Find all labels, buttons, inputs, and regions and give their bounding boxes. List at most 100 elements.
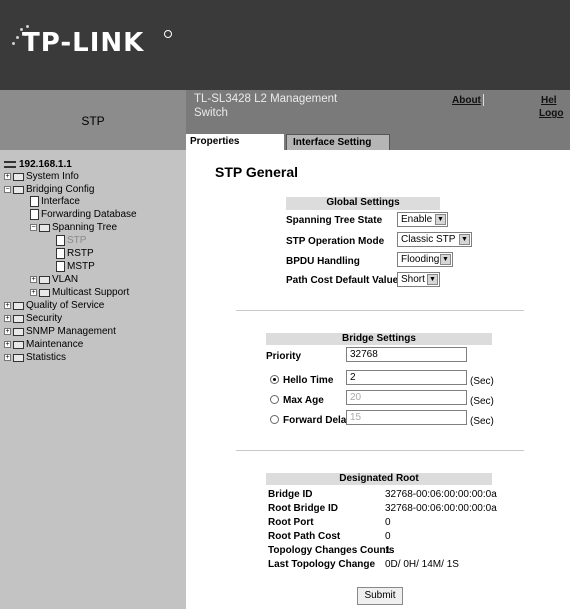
sidebar-item-label: VLAN	[52, 274, 79, 285]
sidebar-item-forwarding-database[interactable]: Forwarding Database	[30, 209, 137, 220]
last-topology-change-value: 0D/ 0H/ 14M/ 1S	[385, 559, 459, 570]
sidebar-item-quality-of-service[interactable]: + Quality of Service	[4, 300, 104, 311]
sidebar-item-label: System Info	[26, 171, 79, 182]
priority-label: Priority	[266, 351, 302, 362]
spanning-tree-state-label: Spanning Tree State	[286, 215, 383, 226]
select-value: Flooding	[401, 254, 440, 265]
sidebar-item-label: STP	[67, 235, 87, 246]
hello-time-option[interactable]: Hello Time	[270, 375, 333, 386]
sidebar-item-stp[interactable]: STP	[56, 235, 86, 246]
sidebar-item-system-info[interactable]: + System Info	[4, 171, 79, 182]
sidebar-item-label: Multicast Support	[52, 287, 130, 298]
expand-icon[interactable]: +	[4, 173, 11, 180]
hello-time-input[interactable]: 2	[346, 370, 467, 385]
about-link[interactable]: About	[452, 95, 481, 106]
expand-icon[interactable]: +	[4, 302, 11, 309]
folder-icon	[13, 340, 24, 349]
sidebar-item-snmp-management[interactable]: + SNMP Management	[4, 326, 116, 337]
max-age-radio[interactable]	[270, 395, 279, 404]
select-value: Classic STP	[401, 234, 456, 245]
bpdu-handling-label: BPDU Handling	[286, 256, 360, 267]
sidebar-item-vlan[interactable]: + VLAN	[30, 274, 78, 285]
topology-changes-counts-value: 1	[385, 545, 391, 556]
sidebar-item-maintenance[interactable]: + Maintenance	[4, 339, 83, 350]
collapse-icon[interactable]: −	[30, 224, 37, 231]
max-age-option[interactable]: Max Age	[270, 395, 324, 406]
expand-icon[interactable]: +	[4, 341, 11, 348]
sidebar-item-rstp[interactable]: RSTP	[56, 248, 94, 259]
root-bridge-id-value: 32768-00:06:00:00:00:0a	[385, 503, 497, 514]
folder-icon	[39, 223, 50, 232]
hello-time-radio[interactable]	[270, 375, 279, 384]
sidebar-item-bridging-config[interactable]: − Bridging Config	[4, 184, 94, 195]
stp-operation-mode-label: STP Operation Mode	[286, 236, 385, 247]
root-path-cost-label: Root Path Cost	[268, 531, 341, 542]
sidebar-tree: 192.168.1.1 + System Info − Bridging Confi…	[0, 150, 186, 609]
sidebar-item-interface[interactable]: Interface	[30, 196, 80, 207]
priority-input[interactable]: 32768	[346, 347, 467, 362]
page-icon	[56, 248, 65, 259]
root-port-label: Root Port	[268, 517, 314, 528]
root-bridge-id-label: Root Bridge ID	[268, 503, 338, 514]
section-divider	[236, 310, 524, 311]
tree-root-device[interactable]: 192.168.1.1	[4, 159, 72, 170]
sidebar-item-label: Statistics	[26, 352, 67, 363]
path-cost-default-values-select[interactable]: Short ▼	[397, 272, 440, 287]
folder-icon	[39, 275, 50, 284]
expand-icon[interactable]: +	[30, 276, 37, 283]
expand-icon[interactable]: +	[4, 354, 11, 361]
logout-link[interactable]: Logo	[539, 108, 563, 119]
spanning-tree-state-select[interactable]: Enable ▼	[397, 212, 448, 227]
topology-changes-counts-label: Topology Changes Counts	[268, 545, 395, 556]
bridge-settings-header: Bridge Settings	[266, 333, 492, 345]
sidebar-item-spanning-tree[interactable]: − Spanning Tree	[30, 222, 117, 233]
path-cost-default-values-label: Path Cost Default Values	[286, 275, 404, 286]
select-value: Enable	[401, 214, 433, 225]
help-link[interactable]: Hel	[541, 95, 557, 106]
designated-root-header: Designated Root	[266, 473, 492, 485]
folder-icon	[13, 353, 24, 362]
sidebar-item-label: MSTP	[67, 261, 95, 272]
bpdu-handling-select[interactable]: Flooding ▼	[397, 252, 453, 267]
logo-dot	[16, 36, 19, 39]
sidebar-item-mstp[interactable]: MSTP	[56, 261, 95, 272]
expand-icon[interactable]: +	[4, 315, 11, 322]
chevron-down-icon: ▼	[440, 254, 451, 265]
sidebar-item-multicast-support[interactable]: + Multicast Support	[30, 287, 129, 298]
sidebar-item-security[interactable]: + Security	[4, 313, 62, 324]
max-age-input[interactable]: 20	[346, 390, 467, 405]
forward-delay-input[interactable]: 15	[346, 410, 467, 425]
bridge-id-label: Bridge ID	[268, 489, 313, 500]
section-title-text: STP	[81, 114, 105, 128]
page-icon	[56, 235, 65, 246]
tab-interface-setting[interactable]: Interface Setting	[286, 134, 390, 150]
logo-dot	[12, 42, 15, 45]
stp-operation-mode-select[interactable]: Classic STP ▼	[397, 232, 472, 247]
select-value: Short	[401, 274, 425, 285]
product-name: TL-SL3428 L2 Management Switch	[194, 93, 338, 119]
tab-properties[interactable]: Properties	[186, 134, 284, 150]
sidebar-item-statistics[interactable]: + Statistics	[4, 352, 66, 363]
sidebar-item-label: Maintenance	[26, 339, 84, 350]
sidebar-item-label: Security	[26, 313, 63, 324]
root-port-value: 0	[385, 517, 391, 528]
hello-time-label: Hello Time	[283, 375, 334, 386]
network-icon	[4, 161, 16, 168]
folder-icon	[39, 288, 50, 297]
expand-icon[interactable]: +	[30, 289, 37, 296]
sidebar-item-label: SNMP Management	[26, 326, 116, 337]
submit-button[interactable]: Submit	[357, 587, 403, 605]
sidebar-item-label: Forwarding Database	[41, 209, 137, 220]
expand-icon[interactable]: +	[4, 328, 11, 335]
forward-delay-radio[interactable]	[270, 415, 279, 424]
collapse-icon[interactable]: −	[4, 186, 11, 193]
sidebar-item-label: RSTP	[67, 248, 94, 259]
folder-icon	[13, 301, 24, 310]
section-divider	[236, 450, 524, 451]
folder-icon	[13, 327, 24, 336]
sidebar-item-label: Interface	[41, 196, 80, 207]
forward-delay-option[interactable]: Forward Delay	[270, 415, 352, 426]
section-title: STP	[0, 90, 186, 150]
forward-delay-label: Forward Delay	[283, 415, 352, 426]
folder-icon	[13, 172, 24, 181]
